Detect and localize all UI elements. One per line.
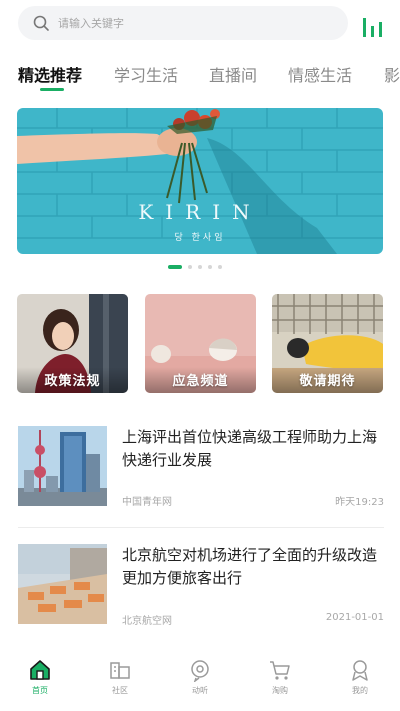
community-icon xyxy=(110,662,130,679)
banner-subtitle: 당 한사임 xyxy=(174,233,226,243)
news-title: 北京航空对机场进行了全面的升级改造更加方便旅客出行 xyxy=(122,546,378,587)
news-item[interactable]: 上海评出首位快递高级工程师助力上海快递行业发展 中国青年网 昨天19:23 xyxy=(18,426,384,516)
category-card-coming-soon[interactable]: 敬请期待 xyxy=(272,294,383,393)
carousel-indicator xyxy=(168,265,222,269)
tab-study-life[interactable]: 学习生活 xyxy=(114,62,178,86)
banner-carousel[interactable]: KIRIN 당 한사임 xyxy=(17,108,383,254)
tab-live-room[interactable]: 直播间 xyxy=(209,62,257,86)
nav-label: 社区 xyxy=(112,686,128,695)
tab-movies[interactable]: 影 xyxy=(384,62,400,86)
category-label: 政策法规 xyxy=(44,374,101,389)
news-divider xyxy=(18,527,384,528)
nav-listen[interactable]: 动听 xyxy=(170,658,230,696)
news-thumbnail xyxy=(18,544,107,624)
carousel-dot[interactable] xyxy=(198,265,202,269)
nav-label: 我的 xyxy=(352,686,368,695)
search-icon xyxy=(33,15,49,31)
news-source: 北京航空网 xyxy=(122,616,172,627)
nav-profile[interactable]: 我的 xyxy=(330,658,390,696)
news-source: 中国青年网 xyxy=(122,497,172,508)
tab-featured[interactable]: 精选推荐 xyxy=(18,62,82,86)
nav-label: 淘购 xyxy=(272,686,288,695)
news-title: 上海评出首位快递高级工程师助力上海快递行业发展 xyxy=(122,428,378,469)
active-tab-indicator xyxy=(40,88,64,91)
search-placeholder: 请输入关键字 xyxy=(58,17,124,30)
search-input[interactable]: 请输入关键字 xyxy=(18,6,348,40)
tab-emotional-life[interactable]: 情感生活 xyxy=(288,62,352,86)
news-time: 昨天19:23 xyxy=(335,497,384,508)
category-card-policy[interactable]: 政策法规 xyxy=(17,294,128,393)
news-thumbnail xyxy=(18,426,107,506)
category-label: 敬请期待 xyxy=(299,374,356,389)
bottom-nav: 首页 社区 动听 淘购 我的 xyxy=(0,650,400,711)
carousel-dot[interactable] xyxy=(208,265,212,269)
listen-icon xyxy=(191,660,209,682)
cart-icon xyxy=(270,661,290,680)
carousel-dot[interactable] xyxy=(188,265,192,269)
nav-home[interactable]: 首页 xyxy=(10,658,70,696)
category-card-emergency[interactable]: 应急频道 xyxy=(145,294,256,393)
category-label: 应急频道 xyxy=(172,374,229,389)
profile-icon xyxy=(352,660,368,681)
news-time: 2021-01-01 xyxy=(325,612,384,623)
carousel-dot[interactable] xyxy=(168,265,182,269)
nav-label: 动听 xyxy=(192,686,208,695)
news-item[interactable]: 北京航空对机场进行了全面的升级改造更加方便旅客出行 北京航空网 2021-01-… xyxy=(18,544,384,634)
chart-bars-icon[interactable] xyxy=(360,14,386,40)
home-icon xyxy=(30,660,50,680)
nav-shop[interactable]: 淘购 xyxy=(250,658,310,696)
carousel-dot[interactable] xyxy=(218,265,222,269)
nav-label: 首页 xyxy=(32,686,48,695)
nav-community[interactable]: 社区 xyxy=(90,658,150,696)
banner-title: KIRIN xyxy=(138,200,262,224)
